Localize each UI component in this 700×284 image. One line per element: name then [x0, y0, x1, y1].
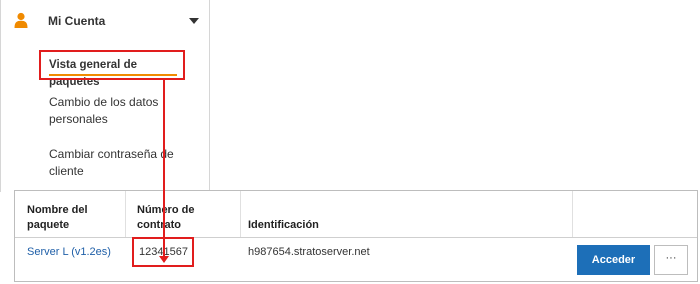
sidebar-edge	[0, 192, 15, 262]
server-identification: h987654.stratoserver.net	[248, 246, 370, 258]
package-table: Nombre del paquete Número de contrato Id…	[14, 190, 698, 282]
more-options-button[interactable]: ···	[654, 245, 688, 275]
header-package-name: Nombre del paquete	[27, 204, 88, 231]
package-link[interactable]: Server L (v1.2es)	[27, 246, 111, 258]
annotation-connector-line	[163, 80, 165, 258]
sidebar: Mi Cuenta Vista general de paquetes Camb…	[0, 0, 210, 192]
header-contract-number: Número de contrato	[137, 204, 195, 231]
account-label: Mi Cuenta	[48, 14, 106, 28]
annotation-arrow-head	[159, 256, 169, 263]
column-divider	[240, 191, 241, 237]
highlight-box-menu	[39, 50, 185, 80]
table-row-divider	[15, 237, 697, 238]
chevron-down-icon[interactable]	[189, 18, 199, 24]
column-divider	[572, 191, 573, 237]
user-icon	[14, 12, 28, 28]
sidebar-item-personal-data[interactable]: Cambio de los datos personales	[49, 94, 189, 128]
account-menu-header[interactable]: Mi Cuenta	[1, 0, 209, 42]
column-divider	[125, 191, 126, 237]
sidebar-item-change-password[interactable]: Cambiar contraseña de cliente	[49, 146, 189, 180]
header-identification: Identificación	[248, 219, 319, 231]
access-button[interactable]: Acceder	[577, 245, 650, 275]
